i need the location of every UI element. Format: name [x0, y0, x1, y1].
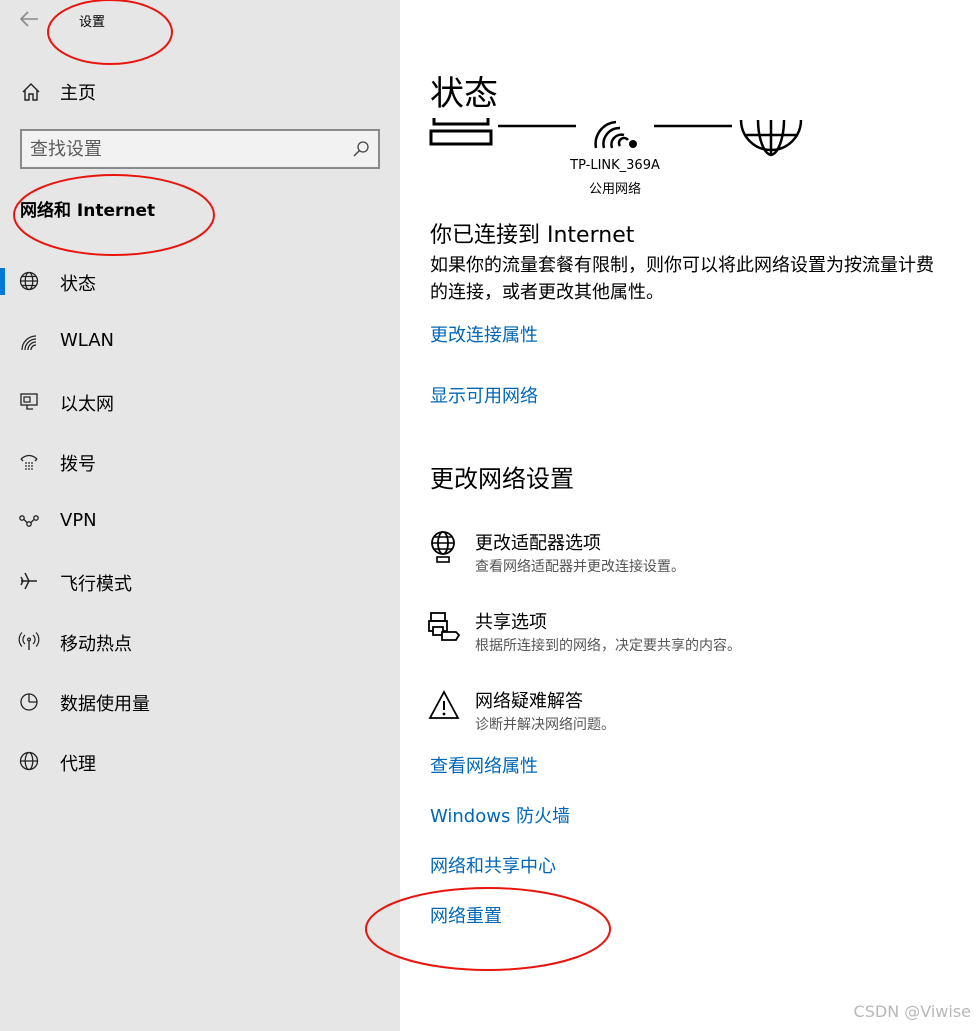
- wifi-icon: [21, 335, 37, 351]
- sidebar-item-airplane[interactable]: 飞行模式: [0, 561, 400, 601]
- search-input[interactable]: [30, 136, 340, 162]
- troubleshoot-item[interactable]: 网络疑难解答 诊断并解决网络问题。: [428, 689, 948, 739]
- airplane-icon: [20, 572, 37, 590]
- back-arrow-icon: [19, 11, 38, 27]
- warning-icon: [428, 690, 460, 719]
- sharing-options-item[interactable]: 共享选项 根据所连接到的网络，决定要共享的内容。: [428, 610, 948, 660]
- sharing-printer-icon: [428, 612, 460, 641]
- ethernet-icon: [20, 393, 38, 410]
- network-ssid: TP-LINK_369A: [570, 158, 660, 173]
- sidebar-item-proxy[interactable]: 代理: [0, 741, 400, 781]
- vpn-icon: [19, 515, 39, 527]
- sidebar-item-label: 代理: [60, 754, 96, 775]
- sidebar-item-data-usage[interactable]: 数据使用量: [0, 681, 400, 721]
- search-box: [20, 129, 380, 169]
- option-title: 共享选项: [475, 612, 547, 633]
- page-title: 状态: [430, 74, 498, 114]
- hotspot-icon: [18, 632, 40, 650]
- sidebar-item-vpn[interactable]: VPN: [0, 501, 400, 541]
- sidebar-item-label: 拨号: [60, 454, 96, 475]
- dialup-icon: [20, 454, 38, 470]
- adapter-options-item[interactable]: 更改适配器选项 查看网络适配器并更改连接设置。: [428, 531, 948, 581]
- connection-description: 如果你的流量套餐有限制，则你可以将此网络设置为按流量计费的连接，或者更改其他属性…: [430, 255, 934, 303]
- sidebar-item-label: WLAN: [60, 330, 115, 351]
- sidebar-item-label: VPN: [60, 510, 97, 531]
- data-usage-icon: [20, 693, 38, 711]
- sidebar-item-label: 状态: [60, 274, 96, 295]
- sidebar-item-label: 飞行模式: [60, 574, 132, 595]
- search-icon[interactable]: [352, 140, 370, 158]
- change-connection-properties-link[interactable]: 更改连接属性: [430, 321, 538, 347]
- back-button[interactable]: [18, 9, 42, 29]
- adapter-globe-icon: [431, 531, 455, 563]
- option-description: 查看网络适配器并更改连接设置。: [475, 559, 685, 575]
- home-label: 主页: [60, 83, 96, 104]
- network-sharing-center-link[interactable]: 网络和共享中心: [430, 852, 556, 878]
- option-title: 网络疑难解答: [475, 691, 583, 712]
- sidebar-item-label: 移动热点: [60, 634, 132, 655]
- wifi-signal-icon: [594, 120, 637, 149]
- sidebar-item-label: 以太网: [60, 394, 114, 415]
- network-type: 公用网络: [588, 182, 641, 197]
- selected-indicator: [0, 268, 5, 295]
- option-description: 根据所连接到的网络，决定要共享的内容。: [475, 638, 741, 654]
- windows-firewall-link[interactable]: Windows 防火墙: [430, 802, 570, 828]
- section-heading: 网络和 Internet: [20, 201, 156, 221]
- sidebar-item-home[interactable]: 主页: [0, 76, 400, 108]
- sidebar-item-label: 数据使用量: [60, 694, 150, 715]
- show-available-networks-link[interactable]: 显示可用网络: [430, 382, 538, 408]
- change-network-settings-heading: 更改网络设置: [430, 465, 574, 493]
- sidebar-item-ethernet[interactable]: 以太网: [0, 381, 400, 421]
- proxy-globe-icon: [19, 751, 39, 771]
- globe-icon: [19, 271, 39, 291]
- annotation-circle: [365, 887, 611, 971]
- internet-globe-icon: [739, 119, 803, 157]
- connection-heading: 你已连接到 Internet: [430, 223, 635, 248]
- pc-icon: [429, 118, 493, 146]
- home-icon: [22, 83, 40, 101]
- sidebar-item-hotspot[interactable]: 移动热点: [0, 621, 400, 661]
- view-network-properties-link[interactable]: 查看网络属性: [430, 752, 538, 778]
- sidebar-item-wlan[interactable]: WLAN: [0, 321, 400, 361]
- sidebar: 设置 主页 网络和 Internet 状态 WLAN: [0, 0, 400, 1031]
- watermark: CSDN @Viwise: [853, 1002, 971, 1021]
- sidebar-item-dialup[interactable]: 拨号: [0, 441, 400, 481]
- app-title: 设置: [79, 15, 106, 30]
- option-description: 诊断并解决网络问题。: [475, 717, 615, 733]
- option-title: 更改适配器选项: [475, 533, 601, 554]
- network-reset-link[interactable]: 网络重置: [430, 902, 502, 928]
- sidebar-item-status[interactable]: 状态: [0, 261, 400, 301]
